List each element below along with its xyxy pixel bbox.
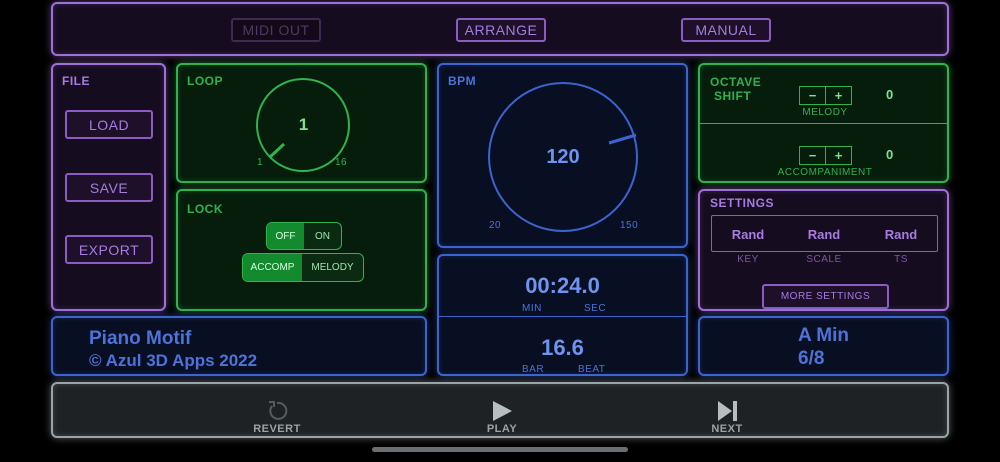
top-bar: MIDI OUT ARRANGE MANUAL <box>51 2 949 56</box>
octave-title-line1: OCTAVE <box>710 75 762 89</box>
loop-value: 1 <box>298 115 309 134</box>
octave-shift-panel: OCTAVE SHIFT − + MELODY 0 − + ACCOMPANIM… <box>698 63 949 183</box>
lock-part-toggle[interactable]: ACCOMP MELODY <box>242 253 364 282</box>
melody-octave-stepper[interactable]: − + <box>799 86 852 105</box>
accompaniment-octave-value: 0 <box>886 147 894 162</box>
song-copyright: © Azul 3D Apps 2022 <box>89 351 258 370</box>
play-label: PLAY <box>486 423 518 435</box>
revert-icon <box>269 401 288 420</box>
time-position-panel: 00:24.0 MIN SEC 16.6 BAR BEAT <box>437 254 688 376</box>
melody-label: MELODY <box>802 107 848 118</box>
lock-off-option[interactable]: OFF <box>267 223 304 249</box>
transport-bar: REVERT PLAY NEXT <box>51 382 949 438</box>
manual-button[interactable]: MANUAL <box>681 18 771 42</box>
revert-control[interactable]: REVERT <box>247 400 307 435</box>
accompaniment-octave-stepper[interactable]: − + <box>799 146 852 165</box>
bar-label: BAR <box>522 364 545 375</box>
load-button[interactable]: LOAD <box>65 110 153 139</box>
export-button[interactable]: EXPORT <box>65 235 153 264</box>
key-info-panel: A Min 6/8 <box>698 316 949 376</box>
loop-panel: LOOP 1 1 16 <box>176 63 427 183</box>
scale-label: SCALE <box>806 254 842 265</box>
current-key: A Min <box>798 325 850 346</box>
next-icon <box>718 401 737 421</box>
time-min-label: MIN <box>522 303 542 314</box>
lock-title: LOCK <box>187 202 223 216</box>
time-divider <box>439 316 686 317</box>
beat-label: BEAT <box>578 364 606 375</box>
revert-label: REVERT <box>253 423 301 435</box>
bpm-value: 120 <box>546 146 580 168</box>
ts-label: TS <box>894 254 908 265</box>
bpm-max-label: 150 <box>620 220 639 231</box>
bar-beat-position: 16.6 <box>541 335 584 360</box>
loop-max-label: 16 <box>335 157 348 168</box>
octave-title-line2: SHIFT <box>714 89 752 103</box>
play-icon <box>493 401 512 421</box>
file-panel: FILE LOAD SAVE EXPORT <box>51 63 166 311</box>
next-label: NEXT <box>711 423 743 435</box>
melody-plus-button[interactable]: + <box>825 87 851 104</box>
lock-on-option[interactable]: ON <box>304 223 341 249</box>
file-title: FILE <box>62 74 90 88</box>
bpm-min-label: 20 <box>489 220 502 231</box>
key-rand-value[interactable]: Rand <box>725 227 771 242</box>
bpm-title: BPM <box>448 74 477 88</box>
lock-toggle[interactable]: OFF ON <box>266 222 342 250</box>
melody-octave-value: 0 <box>886 87 894 102</box>
time-sec-label: SEC <box>584 303 607 314</box>
melody-option[interactable]: MELODY <box>302 254 363 281</box>
save-button[interactable]: SAVE <box>65 173 153 202</box>
settings-panel: SETTINGS Rand Rand Rand KEY SCALE TS MOR… <box>698 189 949 311</box>
home-indicator[interactable] <box>372 447 628 452</box>
next-control[interactable]: NEXT <box>697 400 757 435</box>
accompaniment-minus-button[interactable]: − <box>800 147 825 164</box>
octave-divider <box>700 123 947 124</box>
bpm-panel: BPM 120 20 150 <box>437 63 688 248</box>
current-time-signature: 6/8 <box>798 348 825 369</box>
more-settings-button[interactable]: MORE SETTINGS <box>762 284 889 309</box>
settings-title: SETTINGS <box>710 196 775 210</box>
elapsed-time: 00:24.0 <box>525 273 600 298</box>
lock-panel: LOCK OFF ON ACCOMP MELODY <box>176 189 427 311</box>
ts-rand-value[interactable]: Rand <box>878 227 924 242</box>
song-info-panel: Piano Motif © Azul 3D Apps 2022 <box>51 316 427 376</box>
midi-out-button[interactable]: MIDI OUT <box>231 18 321 42</box>
loop-title: LOOP <box>187 74 224 88</box>
loop-min-label: 1 <box>257 157 264 168</box>
song-title: Piano Motif <box>89 328 192 349</box>
accompaniment-plus-button[interactable]: + <box>825 147 851 164</box>
accomp-option[interactable]: ACCOMP <box>243 254 302 281</box>
scale-rand-value[interactable]: Rand <box>801 227 847 242</box>
accompaniment-label: ACCOMPANIMENT <box>777 167 873 178</box>
play-control[interactable]: PLAY <box>472 400 532 435</box>
key-label: KEY <box>737 254 759 265</box>
melody-minus-button[interactable]: − <box>800 87 825 104</box>
arrange-button[interactable]: ARRANGE <box>456 18 546 42</box>
